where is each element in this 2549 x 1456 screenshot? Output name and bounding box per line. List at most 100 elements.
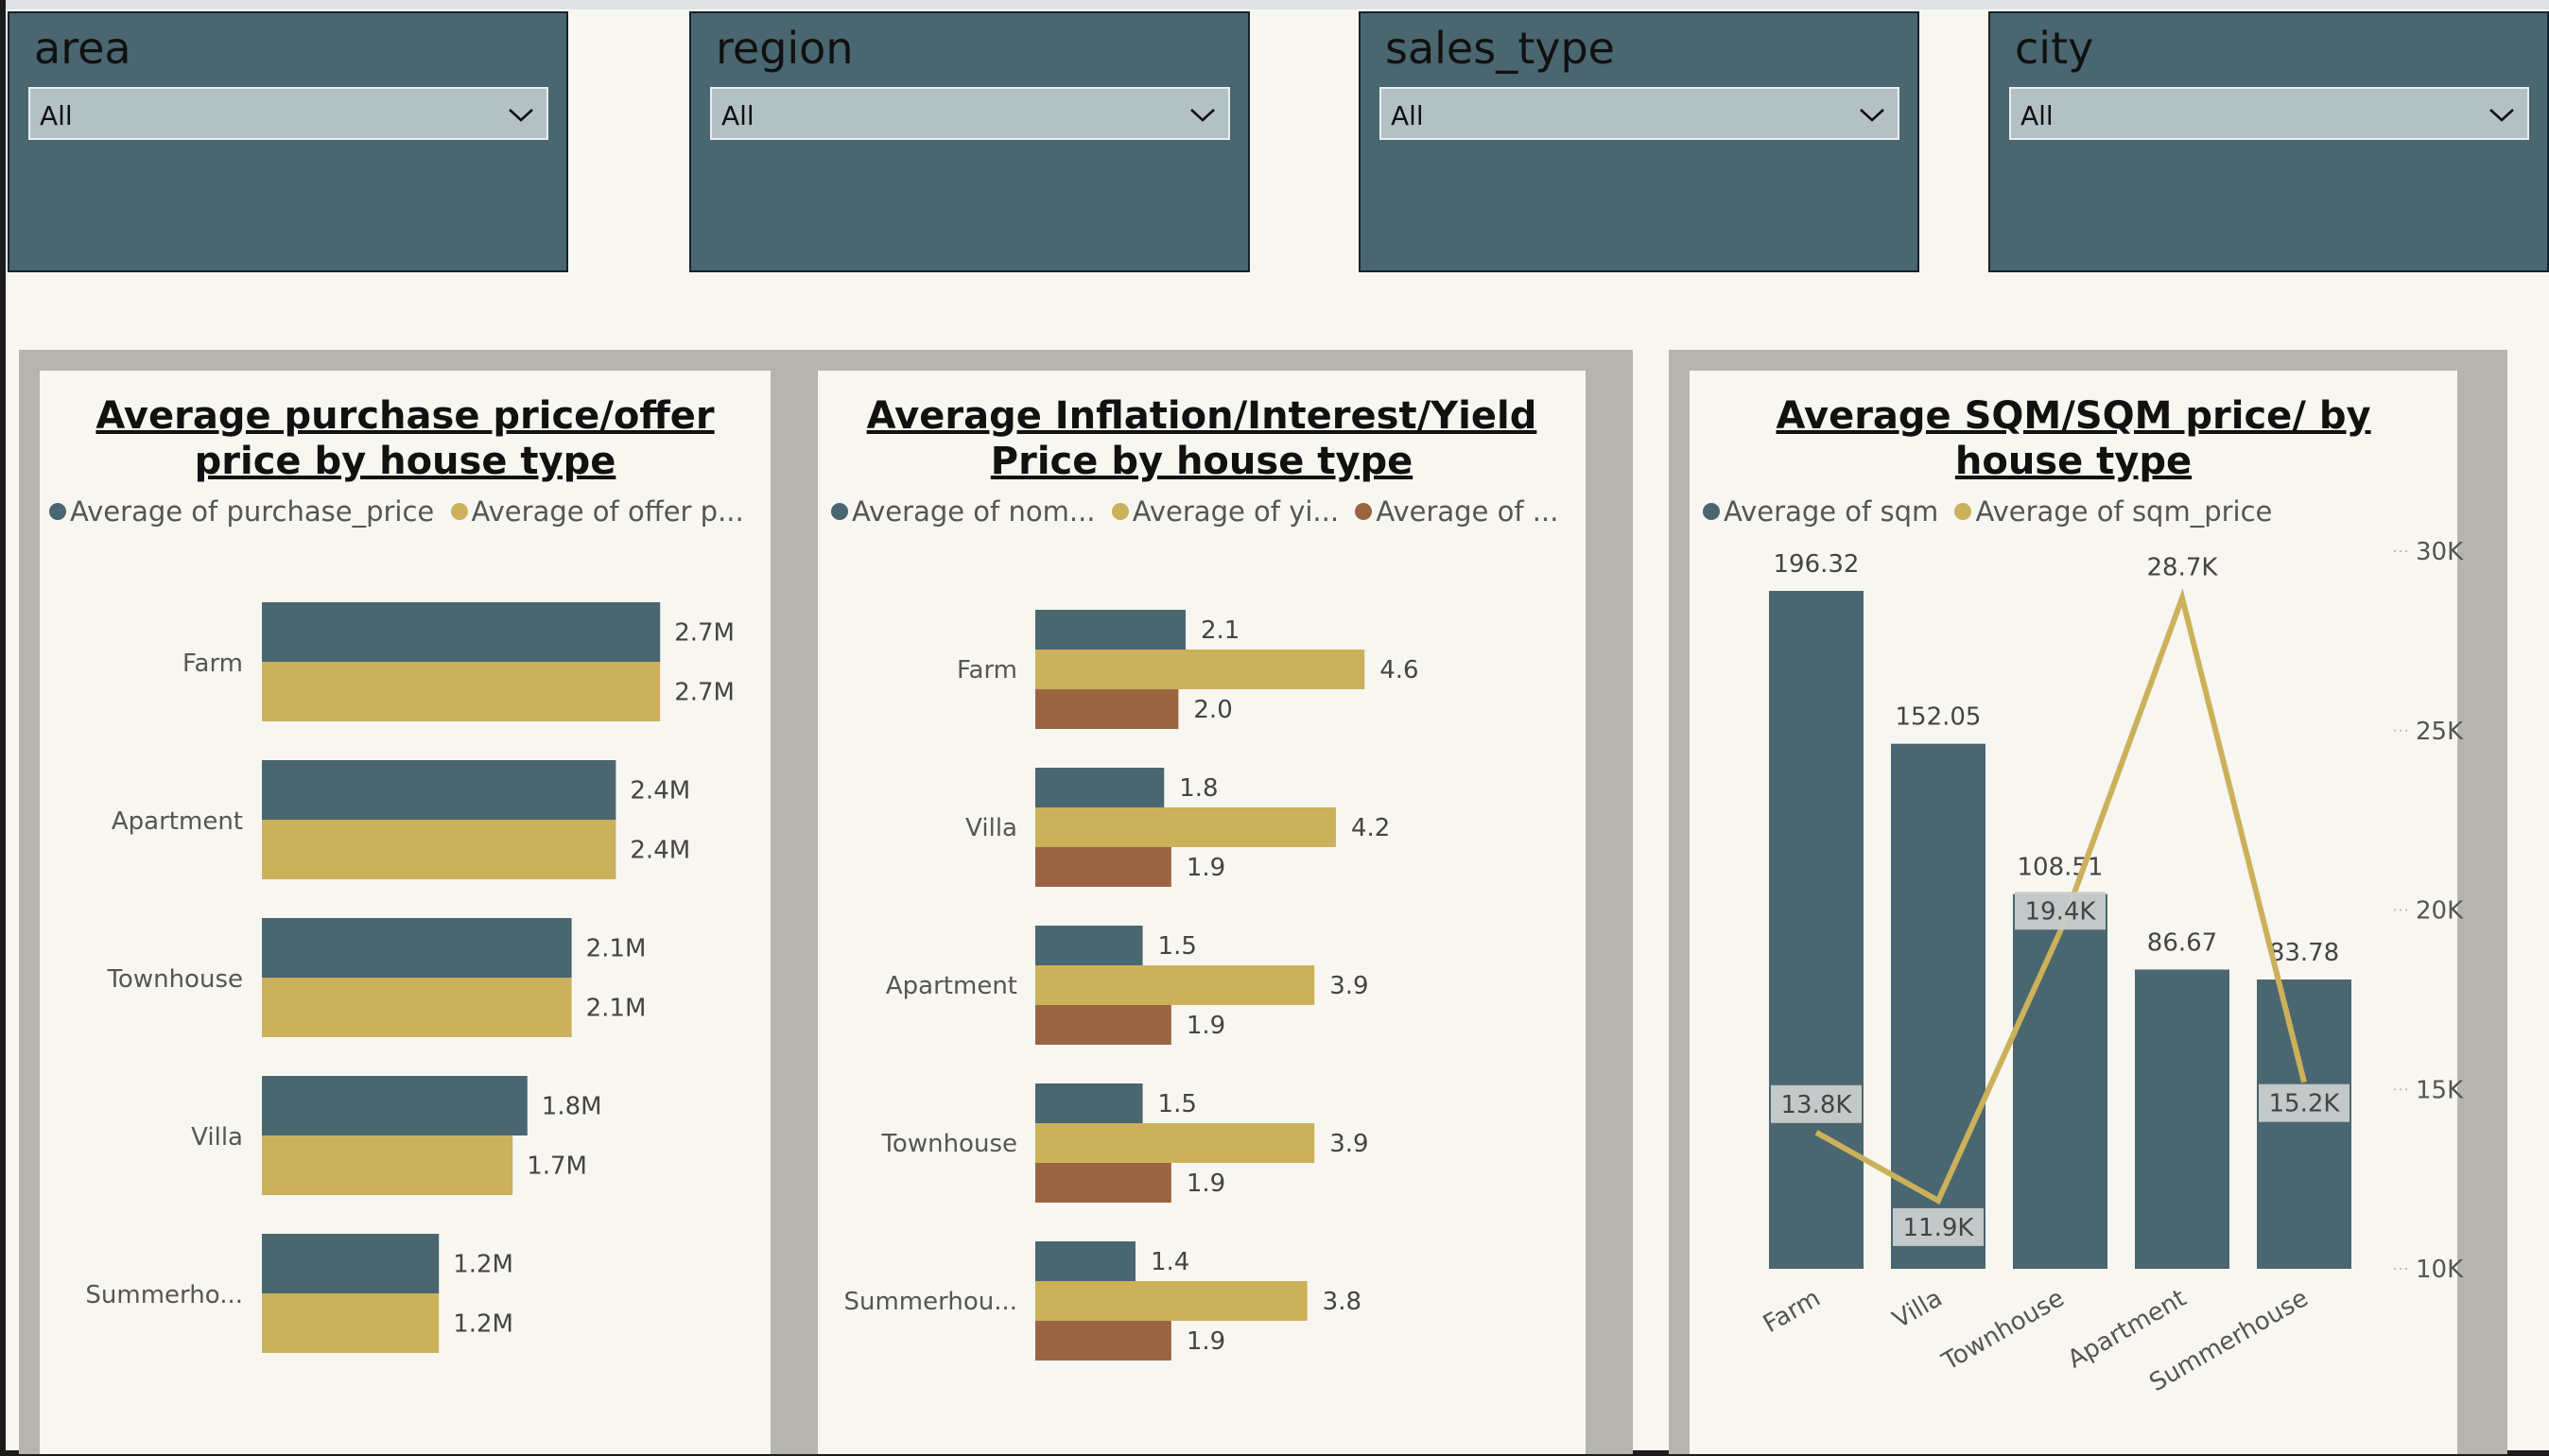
data-label: 1.8: [1179, 774, 1218, 803]
region-dropdown[interactable]: All: [710, 87, 1230, 140]
data-label: 4.6: [1379, 656, 1418, 685]
data-label: 1.4: [1151, 1248, 1189, 1276]
category-label: Summerhou...: [843, 1288, 1017, 1316]
bar: [262, 662, 661, 721]
bar: [1035, 1083, 1143, 1123]
city-dropdown[interactable]: All: [2009, 87, 2529, 140]
category-label: Townhouse: [880, 1130, 1017, 1158]
category-label: Summerho...: [85, 1281, 243, 1309]
line-data-label: 13.8K: [1781, 1091, 1853, 1119]
axis-tick-label: 15K: [2416, 1076, 2464, 1104]
data-label: 108.51: [2018, 854, 2104, 882]
data-label: 1.9: [1187, 854, 1225, 882]
purchase-price-panel: Average purchase price/offer price by ho…: [19, 350, 797, 1454]
chevron-down-icon: [1190, 109, 1215, 122]
bar: [1035, 1321, 1171, 1361]
slicer-region-title: region: [716, 23, 854, 74]
chevron-down-icon: [509, 109, 533, 122]
sqm-plot: 10K 15K 20K 25K 30K 196.32 Farm 152.05 Villa 108.…: [1759, 538, 2464, 1397]
bar: [1035, 1281, 1308, 1321]
sqm-panel: Average SQM/SQM price/ by house type Ave…: [1669, 350, 2507, 1454]
inflation-panel: Average Inflation/Interest/Yield Price b…: [797, 350, 1633, 1454]
purchase-price-plot: Farm 2.7M 2.7M Apartment 2.4M 2.4M Townhouse 2.…: [85, 602, 735, 1353]
bar: [1035, 1123, 1315, 1163]
category-label: Farm: [957, 656, 1017, 685]
data-label: 1.9: [1187, 1012, 1225, 1040]
axis-tick-label: 25K: [2416, 718, 2464, 746]
bar: [262, 918, 572, 978]
slicer-area-title: area: [34, 23, 131, 74]
region-dropdown-value: All: [721, 100, 754, 131]
data-label: 86.67: [2147, 928, 2217, 957]
bar: [262, 820, 616, 879]
slicer-area: area All: [8, 11, 568, 272]
bar: [262, 978, 572, 1037]
line-data-label: 28.7K: [2147, 553, 2219, 581]
bar: [1035, 1163, 1171, 1203]
bar: [1769, 591, 1864, 1269]
axis-tick-label: 20K: [2416, 897, 2464, 926]
bar: [1035, 926, 1143, 965]
city-dropdown-value: All: [2020, 100, 2054, 131]
bar: [262, 602, 661, 662]
bar: [1035, 1241, 1136, 1281]
axis-tick-label: 30K: [2416, 538, 2464, 566]
bar: [1035, 768, 1165, 807]
bar: [262, 760, 616, 820]
bar: [262, 1135, 513, 1195]
chevron-down-icon: [1860, 109, 1884, 122]
slicer-city-title: city: [2015, 23, 2094, 74]
data-label: 2.0: [1193, 696, 1232, 724]
bar: [1035, 610, 1186, 650]
bar: [1891, 743, 1985, 1269]
bar: [2013, 893, 2107, 1269]
data-label: 1.5: [1158, 1090, 1197, 1118]
data-label: 3.9: [1329, 1130, 1368, 1158]
data-label: 1.2M: [453, 1310, 513, 1339]
data-label: 3.9: [1329, 972, 1368, 1000]
data-label: 4.2: [1351, 814, 1390, 842]
data-label: 2.4M: [630, 777, 690, 806]
bar: [1035, 689, 1179, 729]
line-data-label: 19.4K: [2025, 897, 2097, 926]
data-label: 1.9: [1187, 1327, 1225, 1356]
bar: [262, 1234, 440, 1293]
data-label: 3.8: [1323, 1288, 1361, 1316]
sales-type-dropdown-value: All: [1391, 100, 1424, 131]
data-label: 83.78: [2269, 939, 2339, 967]
top-frame-line: [0, 0, 2549, 9]
data-label: 1.5: [1158, 932, 1197, 961]
bar: [2135, 969, 2229, 1269]
slicer-sales-type: sales_type All: [1359, 11, 1919, 272]
bar: [1035, 965, 1315, 1005]
data-label: 152.05: [1896, 703, 1982, 732]
category-label: Farm: [182, 650, 243, 678]
purchase-price-chart: Average purchase price/offer price by ho…: [40, 371, 771, 1454]
category-label: Apartment: [886, 972, 1017, 1000]
axis-tick-label: 10K: [2416, 1256, 2464, 1284]
data-label: 2.1: [1201, 616, 1240, 645]
area-dropdown[interactable]: All: [28, 87, 548, 140]
bar: [1035, 650, 1365, 689]
sales-type-dropdown[interactable]: All: [1379, 87, 1899, 140]
area-dropdown-value: All: [40, 100, 73, 131]
bar: [1035, 847, 1171, 887]
slicer-sales-type-title: sales_type: [1385, 23, 1615, 74]
line-data-label: 15.2K: [2269, 1090, 2341, 1118]
data-label: 1.8M: [542, 1093, 602, 1121]
sqm-chart: Average SQM/SQM price/ by house type Ave…: [1690, 371, 2464, 1454]
category-label: Villa: [965, 814, 1017, 842]
category-label: Apartment: [112, 807, 243, 836]
slicer-region: region All: [689, 11, 1250, 272]
chevron-down-icon: [2489, 109, 2514, 122]
data-label: 1.7M: [527, 1153, 587, 1181]
data-label: 2.1M: [586, 935, 647, 963]
slicer-city: city All: [1988, 11, 2549, 272]
line-data-label: 11.9K: [1903, 1214, 1975, 1242]
category-label: Townhouse: [106, 965, 243, 994]
category-label: Villa: [191, 1123, 243, 1152]
bar: [262, 1293, 440, 1353]
data-label: 2.1M: [586, 995, 647, 1023]
category-label: Farm: [1759, 1284, 1825, 1339]
data-label: 196.32: [1774, 550, 1860, 579]
